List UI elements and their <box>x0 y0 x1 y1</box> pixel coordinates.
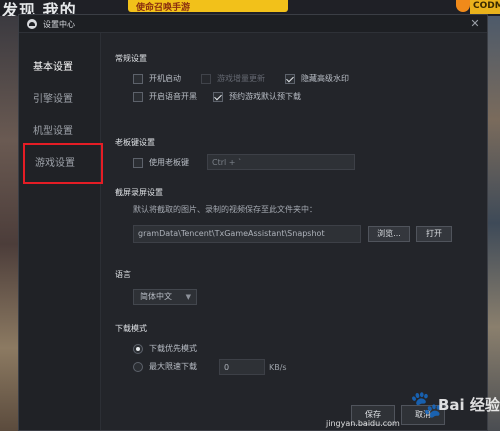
boss-key-label: 使用老板键 <box>149 158 189 167</box>
background-left-image <box>0 16 18 431</box>
section-title-capture: 截屏录屏设置 <box>115 188 163 197</box>
max-speed-radio[interactable]: 最大限速下载 <box>133 361 197 372</box>
section-title-language: 语言 <box>115 270 131 279</box>
boss-key-checkbox[interactable]: 使用老板键 <box>133 157 189 168</box>
settings-sidebar: 基本设置 引擎设置 机型设置 游戏设置 <box>19 33 103 430</box>
dialog-titlebar: 设置中心 ✕ <box>19 15 487 33</box>
checkbox-box-checked[interactable] <box>285 73 295 84</box>
max-speed-label: 最大限速下载 <box>149 362 197 371</box>
capture-hint: 默认将截取的图片、录制的视频保存至此文件夹中： <box>133 205 317 214</box>
cancel-button[interactable]: 取消 <box>401 405 445 425</box>
incremental-update-checkbox[interactable]: 游戏增量更新 <box>201 73 265 84</box>
browse-button[interactable]: 浏览... <box>368 226 410 242</box>
sidebar-item-engine[interactable]: 引擎设置 <box>19 85 101 115</box>
language-select[interactable]: 简体中文 ▼ <box>133 289 197 305</box>
chevron-down-icon: ▼ <box>185 293 191 301</box>
section-title-download: 下载模式 <box>115 324 147 333</box>
predownload-checkbox[interactable]: 预约游戏默认预下载 <box>213 91 301 102</box>
speed-unit: KB/s <box>269 363 287 372</box>
app-logo-icon <box>27 19 37 29</box>
speed-limit-field[interactable]: 0 <box>219 359 265 375</box>
hide-watermark-label: 隐藏高级水印 <box>301 74 349 83</box>
background-right-text: CODM <box>473 1 500 11</box>
autostart-label: 开机启动 <box>149 74 181 83</box>
radio-button-checked[interactable] <box>133 343 143 354</box>
language-selected-value: 简体中文 <box>140 292 172 301</box>
capture-path-field[interactable]: gramData\Tencent\TxGameAssistant\Snapsho… <box>133 225 361 243</box>
checkbox-box[interactable] <box>133 73 143 84</box>
autostart-checkbox[interactable]: 开机启动 <box>133 73 181 84</box>
checkbox-box[interactable] <box>133 157 143 168</box>
checkbox-box-checked[interactable] <box>213 91 223 102</box>
checkbox-box[interactable] <box>133 91 143 102</box>
checkbox-box[interactable] <box>201 73 211 84</box>
background-right-image <box>488 16 500 431</box>
sidebar-item-game[interactable]: 游戏设置 <box>23 143 103 184</box>
boss-key-shortcut-field[interactable]: Ctrl + ` <box>207 154 355 170</box>
background-banner-text: 使命召唤手游 <box>136 3 191 13</box>
open-folder-button[interactable]: 打开 <box>416 226 452 242</box>
settings-dialog: 设置中心 ✕ 基本设置 引擎设置 机型设置 游戏设置 常规设置 开机启动 游戏增… <box>18 14 488 431</box>
section-title-general: 常规设置 <box>115 54 147 63</box>
download-priority-radio[interactable]: 下载优先模式 <box>133 343 197 354</box>
dialog-title: 设置中心 <box>43 20 75 29</box>
close-icon[interactable]: ✕ <box>468 17 482 31</box>
incremental-update-label: 游戏增量更新 <box>217 74 265 83</box>
voice-checkbox[interactable]: 开启语音开黑 <box>133 91 197 102</box>
download-priority-label: 下载优先模式 <box>149 344 197 353</box>
save-button[interactable]: 保存 <box>351 405 395 425</box>
voice-label: 开启语音开黑 <box>149 92 197 101</box>
sidebar-item-basic[interactable]: 基本设置 <box>19 53 101 83</box>
predownload-label: 预约游戏默认预下载 <box>229 92 301 101</box>
settings-content: 常规设置 开机启动 游戏增量更新 隐藏高级水印 开启语音开黑 预约游戏默认预下载… <box>101 33 487 430</box>
radio-button[interactable] <box>133 361 143 372</box>
section-title-boss-key: 老板键设置 <box>115 138 155 147</box>
hide-watermark-checkbox[interactable]: 隐藏高级水印 <box>285 73 349 84</box>
